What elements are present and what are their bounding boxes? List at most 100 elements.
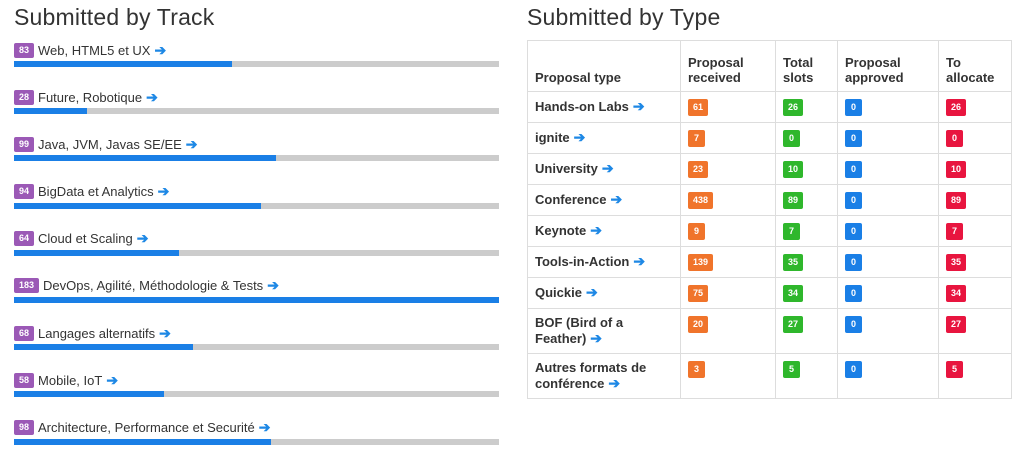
proposal-type-arrow-icon[interactable]: ➔ [590, 222, 602, 238]
to-allocate-badge: 34 [946, 285, 967, 302]
slots-cell: 5 [775, 353, 838, 399]
type-row: Keynote ➔ 9 7 0 7 [527, 215, 1012, 247]
type-section-title: Submitted by Type [527, 4, 721, 30]
total-slots-badge: 89 [783, 192, 804, 209]
to-allocate-badge: 35 [946, 254, 967, 271]
proposal-type-label[interactable]: Conference [535, 192, 607, 207]
slots-cell: 0 [775, 122, 838, 154]
proposal-type-arrow-icon[interactable]: ➔ [633, 253, 645, 269]
proposal-type-label[interactable]: Hands-on Labs [535, 99, 629, 114]
track-count-badge: 83 [14, 42, 35, 58]
proposal-type-cell: Quickie ➔ [527, 277, 681, 309]
track-list: 83 Web, HTML5 et UX ➔ 28 Future, Robotique ➔ 9… [14, 40, 500, 465]
track-link-arrow-icon[interactable]: ➔ [154, 42, 166, 59]
approved-cell: 0 [837, 277, 939, 309]
proposal-type-arrow-icon[interactable]: ➔ [574, 129, 586, 145]
proposal-type-arrow-icon[interactable]: ➔ [590, 330, 602, 346]
proposal-received-badge: 75 [688, 285, 709, 302]
type-row: Tools-in-Action ➔ 139 35 0 35 [527, 246, 1012, 278]
track-progress-fill [14, 296, 499, 303]
proposal-type-cell: Hands-on Labs ➔ [527, 91, 681, 123]
proposal-type-arrow-icon[interactable]: ➔ [586, 284, 598, 300]
track-link-arrow-icon[interactable]: ➔ [186, 136, 198, 153]
track-label: Web, HTML5 et UX [38, 42, 151, 58]
to-allocate-badge: 89 [946, 192, 967, 209]
proposal-type-label[interactable]: Keynote [535, 223, 586, 238]
proposal-type-cell: University ➔ [527, 153, 681, 185]
track-progress-bar [14, 296, 499, 303]
proposal-type-arrow-icon[interactable]: ➔ [608, 375, 620, 391]
header-proposal-type: Proposal type [527, 40, 681, 92]
track-progress-fill [14, 438, 272, 445]
track-link-arrow-icon[interactable]: ➔ [259, 419, 271, 436]
proposal-approved-badge: 0 [845, 223, 862, 240]
proposal-type-arrow-icon[interactable]: ➔ [611, 191, 623, 207]
track-progress-bar [14, 108, 499, 115]
proposal-type-arrow-icon[interactable]: ➔ [602, 160, 614, 176]
track-progress-fill [14, 202, 262, 209]
allocate-cell: 0 [938, 122, 1012, 154]
approved-cell: 0 [837, 353, 939, 399]
track-item: 98 Architecture, Performance et Securité ➔ [14, 418, 500, 465]
proposal-approved-badge: 0 [845, 161, 862, 178]
allocate-cell: 5 [938, 353, 1012, 399]
track-progress-bar [14, 391, 499, 398]
track-header: 58 Mobile, IoT ➔ [14, 370, 500, 390]
track-count-badge: 58 [14, 372, 35, 388]
type-row: Autres formats de conférence ➔ 3 5 0 5 [527, 353, 1012, 399]
proposal-received-badge: 61 [688, 99, 709, 116]
proposal-type-label[interactable]: ignite [535, 130, 570, 145]
track-header: 99 Java, JVM, Javas SE/EE ➔ [14, 134, 500, 154]
proposal-received-badge: 7 [688, 130, 705, 147]
track-link-arrow-icon[interactable]: ➔ [159, 325, 171, 342]
track-header: 98 Architecture, Performance et Securité ➔ [14, 418, 500, 438]
proposal-type-label[interactable]: Quickie [535, 285, 582, 300]
allocate-cell: 35 [938, 246, 1012, 278]
track-link-arrow-icon[interactable]: ➔ [137, 230, 149, 247]
type-row: Hands-on Labs ➔ 61 26 0 26 [527, 91, 1012, 123]
track-label: DevOps, Agilité, Méthodologie & Tests [43, 278, 264, 294]
track-label: Mobile, IoT [38, 372, 103, 388]
header-to-allocate: To allocate [938, 40, 1012, 92]
track-progress-bar [14, 249, 499, 256]
proposal-type-label[interactable]: University [535, 161, 598, 176]
proposal-type-arrow-icon[interactable]: ➔ [633, 98, 645, 114]
received-cell: 7 [680, 122, 776, 154]
proposal-approved-badge: 0 [845, 361, 862, 378]
type-table-header-row: Proposal type Proposal received Total sl… [527, 40, 1012, 92]
received-cell: 20 [680, 308, 776, 354]
proposal-received-badge: 438 [688, 192, 714, 209]
to-allocate-badge: 7 [946, 223, 963, 240]
track-link-arrow-icon[interactable]: ➔ [106, 372, 118, 389]
received-cell: 75 [680, 277, 776, 309]
track-label: Architecture, Performance et Securité [38, 420, 255, 435]
allocate-cell: 89 [938, 184, 1012, 216]
proposal-received-badge: 3 [688, 361, 705, 378]
track-count-badge: 94 [14, 184, 35, 200]
allocate-cell: 27 [938, 308, 1012, 354]
allocate-cell: 10 [938, 153, 1012, 185]
slots-cell: 34 [775, 277, 838, 309]
proposal-type-label[interactable]: Autres formats de conférence [535, 360, 646, 391]
total-slots-badge: 10 [783, 161, 804, 178]
track-link-arrow-icon[interactable]: ➔ [267, 277, 279, 294]
track-label: Cloud et Scaling [38, 231, 133, 247]
type-row: ignite ➔ 7 0 0 0 [527, 122, 1012, 154]
track-link-arrow-icon[interactable]: ➔ [146, 89, 158, 106]
received-cell: 438 [680, 184, 776, 216]
approved-cell: 0 [837, 215, 939, 247]
track-progress-fill [14, 249, 179, 256]
track-item: 28 Future, Robotique ➔ [14, 87, 500, 134]
type-row: BOF (Bird of a Feather) ➔ 20 27 0 27 [527, 308, 1012, 354]
received-cell: 61 [680, 91, 776, 123]
approved-cell: 0 [837, 122, 939, 154]
proposal-type-label[interactable]: BOF (Bird of a Feather) [535, 315, 623, 346]
to-allocate-badge: 10 [946, 161, 967, 178]
proposal-type-label[interactable]: Tools-in-Action [535, 254, 629, 269]
total-slots-badge: 26 [783, 99, 804, 116]
track-header: 68 Langages alternatifs ➔ [14, 323, 500, 343]
total-slots-badge: 0 [783, 130, 800, 147]
proposal-approved-badge: 0 [845, 285, 862, 302]
track-link-arrow-icon[interactable]: ➔ [158, 183, 170, 200]
header-proposal-received: Proposal received [680, 40, 776, 92]
